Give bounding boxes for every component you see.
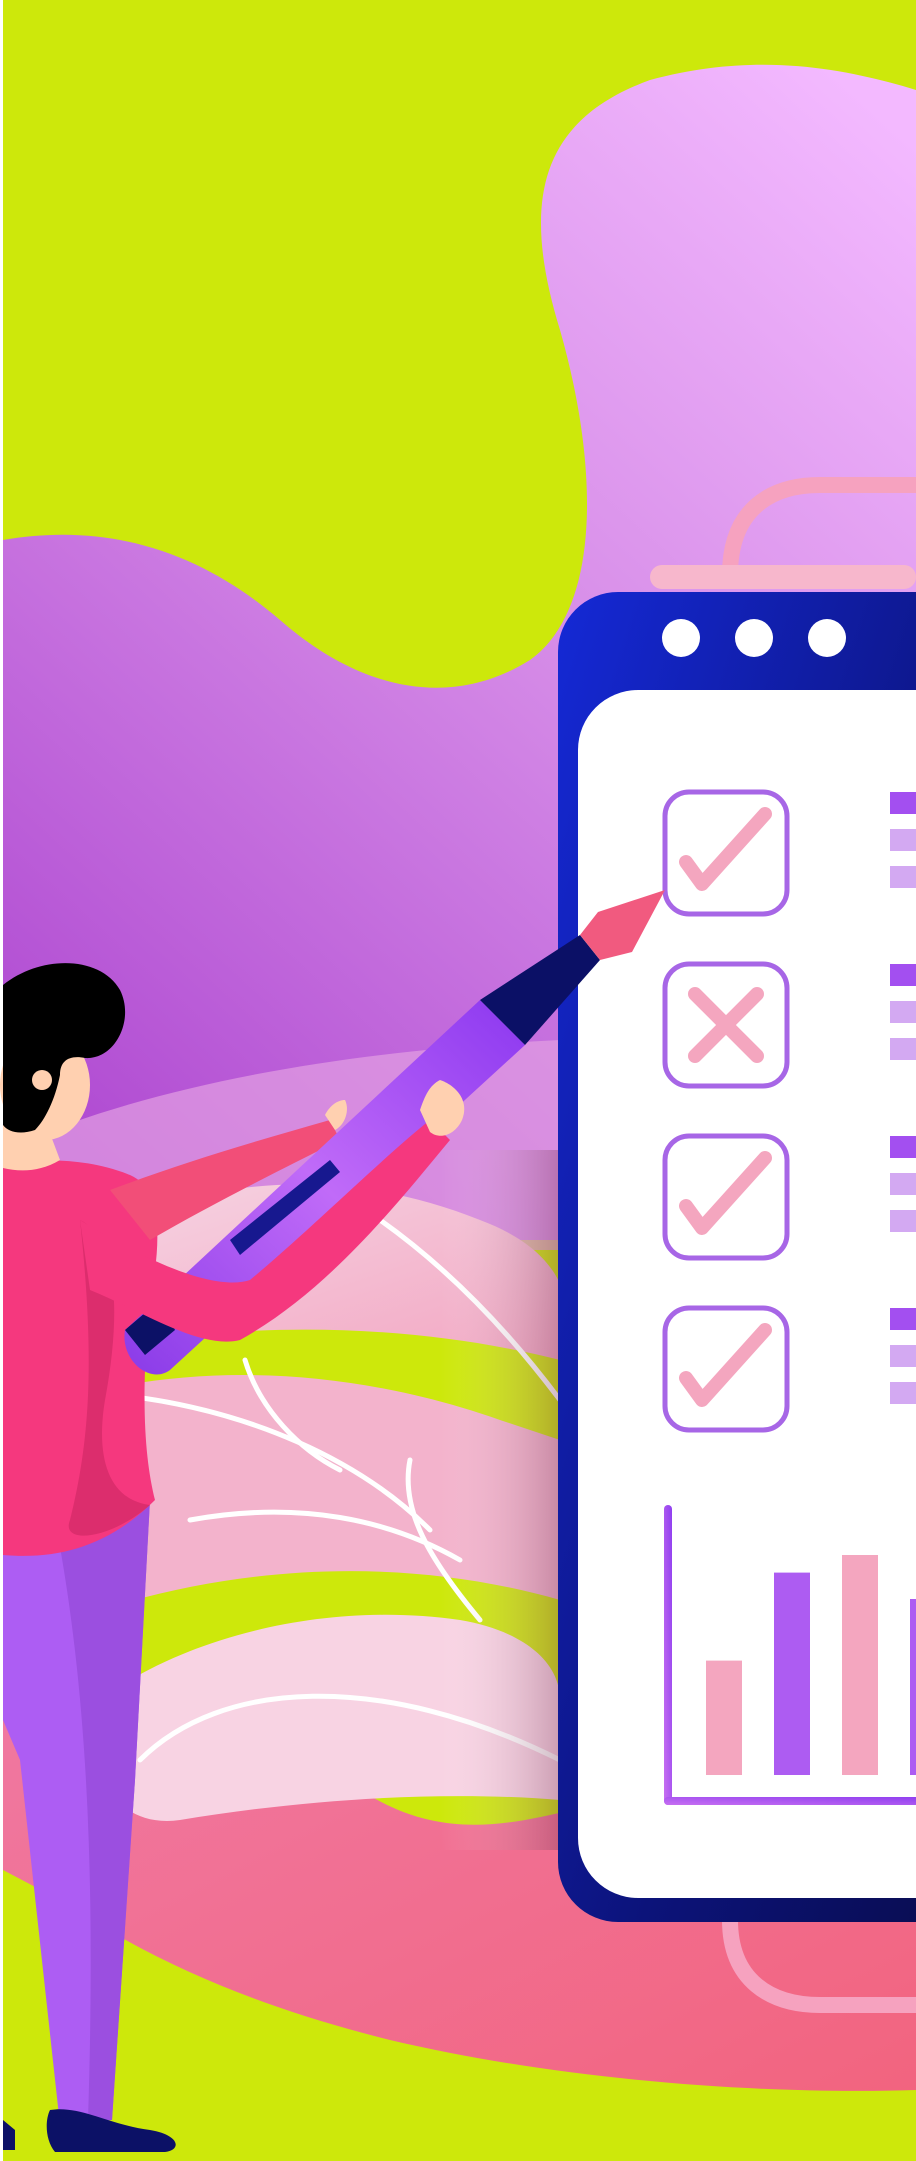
chart-bar	[774, 1572, 810, 1775]
chart-bar	[910, 1599, 916, 1775]
text-line-placeholder	[890, 792, 916, 814]
text-line-placeholder	[890, 829, 916, 851]
text-line-placeholder	[890, 1210, 916, 1232]
window-control-dot-3[interactable]	[808, 619, 846, 657]
app-window	[558, 592, 916, 1922]
text-line-placeholder	[890, 1173, 916, 1195]
chart-bar	[842, 1555, 878, 1775]
text-line-placeholder	[890, 1382, 916, 1404]
chart-bar	[706, 1660, 742, 1775]
text-line-placeholder	[890, 964, 916, 986]
window-control-dot-1[interactable]	[662, 619, 700, 657]
chart-y-axis	[664, 1505, 672, 1805]
text-line-placeholder	[890, 1038, 916, 1060]
window-control-dot-2[interactable]	[735, 619, 773, 657]
text-line-placeholder	[890, 1308, 916, 1330]
illustration-canvas	[0, 0, 916, 2161]
leaf-shadow	[440, 1150, 560, 1850]
chart-x-axis	[664, 1797, 916, 1805]
text-line-placeholder	[890, 1345, 916, 1367]
ring-top-bar	[650, 565, 916, 589]
person-ear	[32, 1070, 52, 1090]
text-line-placeholder	[890, 1136, 916, 1158]
text-line-placeholder	[890, 866, 916, 888]
text-line-placeholder	[890, 1001, 916, 1023]
